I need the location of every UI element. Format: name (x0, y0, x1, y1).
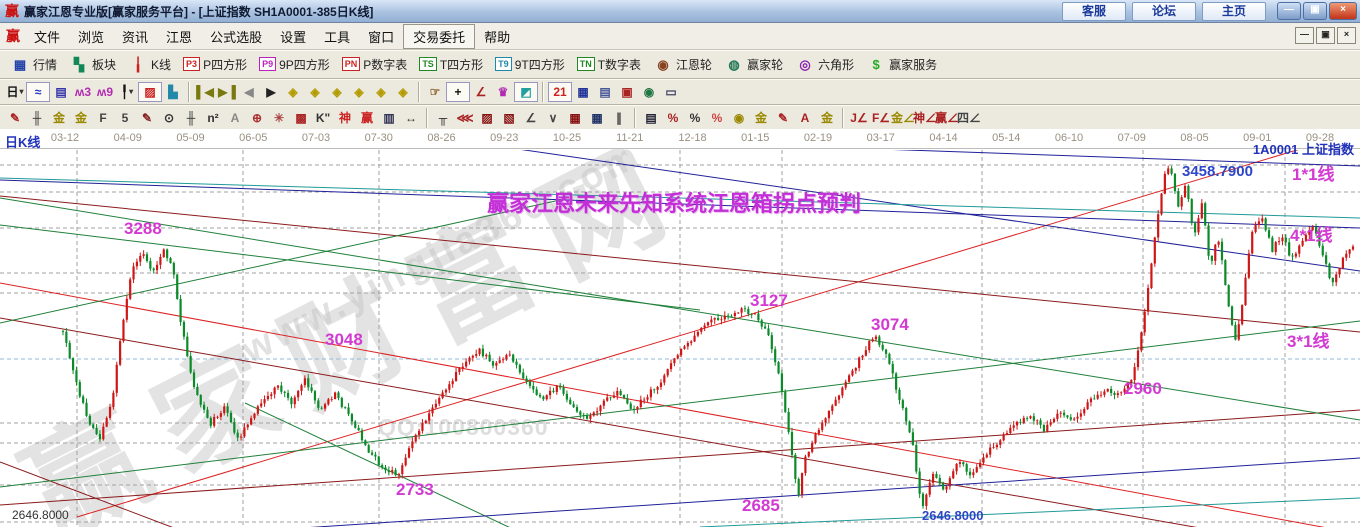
gann-forecast-title: 赢家江恩未来先知系统江恩箱拐点预判 (487, 186, 861, 218)
peak-price-label: 3458.7900 (1182, 163, 1253, 180)
pivot-label: 3288 (124, 219, 162, 239)
x-axis-date: 06-05 (239, 132, 267, 144)
gann-line-label: 4*1线 (1290, 221, 1333, 246)
x-axis-date: 07-03 (302, 132, 330, 144)
pivot-label: 2960 (1124, 379, 1162, 399)
gann-line-label: 3*1线 (1287, 327, 1330, 352)
x-axis-date: 02-19 (804, 132, 832, 144)
symbol-label: 1A0001 上证指数 (1253, 139, 1354, 158)
x-axis-date: 12-18 (678, 132, 706, 144)
gann-line-label: 1*1线 (1292, 160, 1335, 185)
left-scale-label: 2646.8000 (12, 508, 69, 522)
pivot-label: 2685 (742, 496, 780, 516)
pivot-label: 3127 (750, 291, 788, 311)
x-axis-date: 03-12 (51, 132, 79, 144)
period-label: 日K线 (5, 132, 40, 151)
x-axis-date: 08-05 (1180, 132, 1208, 144)
bottom-price-label: 2646.8000 (922, 508, 983, 523)
x-axis-date: 10-25 (553, 132, 581, 144)
x-axis-date: 05-09 (176, 132, 204, 144)
x-axis-date: 07-09 (1118, 132, 1146, 144)
kline-chart-canvas[interactable] (0, 0, 1360, 527)
x-axis-date: 05-14 (992, 132, 1020, 144)
x-axis-date: 11-21 (616, 132, 643, 144)
x-axis-date: 03-17 (867, 132, 895, 144)
x-axis-date: 09-23 (490, 132, 518, 144)
x-axis-date: 01-15 (741, 132, 769, 144)
x-axis: 03-12 04-09 05-09 06-05 07-03 07-30 08-26 09-23… (0, 129, 1360, 149)
x-axis-date: 04-09 (114, 132, 142, 144)
x-axis-date: 06-10 (1055, 132, 1083, 144)
x-axis-date: 08-26 (427, 132, 455, 144)
app-window: { "window": { "logo_glyph": "赢", "title"… (0, 0, 1360, 527)
pivot-label: 2733 (396, 480, 434, 500)
pivot-label: 3074 (871, 315, 909, 335)
x-axis-date: 04-14 (929, 132, 957, 144)
x-axis-date: 07-30 (365, 132, 393, 144)
pivot-label: 3048 (325, 330, 363, 350)
